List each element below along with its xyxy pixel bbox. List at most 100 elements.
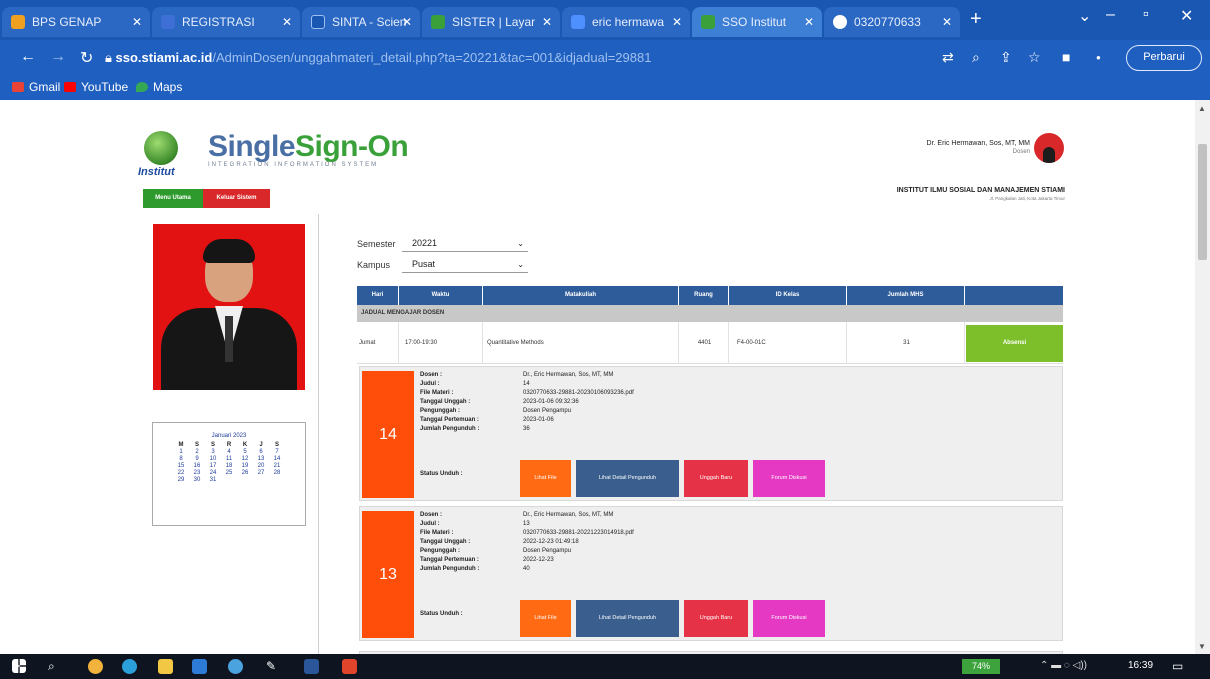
bookmark-gmail[interactable]: Gmail — [12, 80, 60, 94]
unggah-baru-button[interactable]: Unggah Baru — [684, 460, 748, 497]
system-tray-icon[interactable]: ⌃ ▬ ◌ ◁)) — [1040, 660, 1087, 671]
paint-icon[interactable]: ✎ — [266, 659, 281, 674]
pdf-icon[interactable] — [342, 659, 357, 674]
browser-toolbar: ← → ↻ 🔒︎ sso.stiami.ac.id/AdminDosen/ung… — [0, 40, 1210, 76]
close-icon[interactable]: ✕ — [542, 7, 552, 37]
address-bar[interactable]: 🔒︎ sso.stiami.ac.id/AdminDosen/unggahmat… — [105, 46, 925, 70]
cell-matakuliah: Quantitative Methods — [483, 322, 679, 364]
calendar-day[interactable]: 8 — [173, 456, 189, 463]
close-icon[interactable]: ✕ — [282, 7, 292, 37]
new-tab-button[interactable]: + — [970, 8, 982, 31]
lihat-file-button[interactable]: Lihat File — [520, 600, 571, 637]
sidepanel-icon[interactable]: ■ — [1062, 49, 1070, 65]
calendar-day[interactable]: 18 — [221, 463, 237, 470]
lihat-detail-button[interactable]: Lihat Detail Pengunduh — [576, 600, 679, 637]
bookmark-star-icon[interactable]: ☆ — [1028, 49, 1041, 66]
browser-tab[interactable]: 0320770633 ✕ — [824, 7, 960, 37]
browser-tab[interactable]: REGISTRASI ✕ — [152, 7, 300, 37]
calendar-day[interactable]: 13 — [253, 456, 269, 463]
store-icon[interactable] — [192, 659, 207, 674]
calendar-day[interactable]: 7 — [269, 449, 285, 456]
calendar-day[interactable]: 4 — [221, 449, 237, 456]
forum-button[interactable]: Forum Diskusi — [753, 460, 825, 497]
bookmark-youtube[interactable]: YouTube — [64, 80, 128, 94]
calendar-day[interactable]: 2 — [189, 449, 205, 456]
semester-select[interactable]: 20221 ⌄ — [402, 235, 528, 252]
browser-tab-active[interactable]: SSO Institut ✕ — [692, 7, 822, 37]
forum-button[interactable]: Forum Diskusi — [753, 600, 825, 637]
back-icon[interactable]: ← — [20, 48, 36, 66]
close-icon[interactable]: ✕ — [132, 7, 142, 37]
avatar[interactable] — [1034, 133, 1064, 163]
calendar-day[interactable]: 23 — [189, 470, 205, 477]
reload-icon[interactable]: ↻ — [80, 48, 93, 68]
calendar-day[interactable]: 22 — [173, 470, 189, 477]
profile-dot-icon[interactable]: ● — [1096, 53, 1101, 62]
unggah-baru-button[interactable]: Unggah Baru — [684, 600, 748, 637]
translate-icon[interactable]: ⇄ — [942, 49, 954, 66]
chrome-icon[interactable] — [88, 659, 103, 674]
value-jumlah-pengunduh: 36 — [523, 426, 530, 432]
calendar-day[interactable]: 16 — [189, 463, 205, 470]
calendar-day[interactable]: 12 — [237, 456, 253, 463]
lihat-detail-button[interactable]: Lihat Detail Pengunduh — [576, 460, 679, 497]
calendar-day[interactable]: 14 — [269, 456, 285, 463]
absensi-button[interactable]: Absensi — [966, 325, 1063, 362]
clock[interactable]: 16:39 — [1128, 660, 1153, 671]
calendar-day[interactable]: 31 — [205, 477, 221, 484]
calendar-day[interactable]: 20 — [253, 463, 269, 470]
scroll-down-icon[interactable]: ▼ — [1198, 642, 1206, 651]
bookmark-maps[interactable]: Maps — [136, 80, 182, 94]
file-explorer-icon[interactable] — [158, 659, 173, 674]
tab-search-icon[interactable]: ⌄ — [1078, 6, 1091, 26]
browser-tab[interactable]: eric hermawa ✕ — [562, 7, 690, 37]
search-icon[interactable]: ⌕ — [48, 659, 63, 674]
browser-tab[interactable]: SISTER | Layar ✕ — [422, 7, 560, 37]
browser-tab[interactable]: BPS GENAP ✕ — [2, 7, 150, 37]
scroll-up-icon[interactable]: ▲ — [1198, 104, 1206, 113]
close-icon[interactable]: ✕ — [942, 7, 952, 37]
calendar-day[interactable]: 19 — [237, 463, 253, 470]
battery-indicator[interactable]: 74% — [962, 659, 1000, 674]
table-row: Jumat 17:00-19:30 Quantitative Methods 4… — [357, 322, 1063, 364]
calendar-day[interactable]: 27 — [253, 470, 269, 477]
update-button[interactable]: Perbarui — [1126, 45, 1202, 71]
start-icon[interactable] — [12, 659, 26, 673]
calendar-day[interactable]: 28 — [269, 470, 285, 477]
calendar-day[interactable]: 30 — [189, 477, 205, 484]
calendar-day[interactable]: 17 — [205, 463, 221, 470]
calendar-day[interactable]: 25 — [221, 470, 237, 477]
logout-button[interactable]: Keluar Sistem — [203, 189, 270, 208]
page-scrollbar[interactable]: ▲ ▼ — [1195, 100, 1210, 654]
calendar-day[interactable]: 11 — [221, 456, 237, 463]
calendar-day[interactable]: 3 — [205, 449, 221, 456]
lihat-file-button[interactable]: Lihat File — [520, 460, 571, 497]
calendar-day[interactable]: 26 — [237, 470, 253, 477]
app-icon[interactable] — [228, 659, 243, 674]
forward-icon[interactable]: → — [50, 48, 66, 66]
edge-icon[interactable] — [122, 659, 137, 674]
calendar-day[interactable]: 15 — [173, 463, 189, 470]
notification-icon[interactable]: ▭ — [1172, 659, 1187, 674]
calendar-day[interactable]: 9 — [189, 456, 205, 463]
close-icon[interactable]: ✕ — [672, 7, 682, 37]
calendar-day[interactable]: 24 — [205, 470, 221, 477]
maximize-button[interactable]: ▫ — [1143, 6, 1149, 24]
calendar-day[interactable]: 21 — [269, 463, 285, 470]
close-icon[interactable]: ✕ — [402, 7, 412, 37]
calendar-day[interactable]: 5 — [237, 449, 253, 456]
browser-tab[interactable]: SINTA - Scien ✕ — [302, 7, 420, 37]
close-icon[interactable]: ✕ — [804, 7, 814, 37]
calendar-day[interactable]: 10 — [205, 456, 221, 463]
calendar-day[interactable]: 6 — [253, 449, 269, 456]
kampus-select[interactable]: Pusat ⌄ — [402, 256, 528, 273]
calendar-day[interactable]: 1 — [173, 449, 189, 456]
word-icon[interactable] — [304, 659, 319, 674]
calendar-day[interactable]: 29 — [173, 477, 189, 484]
menu-utama-button[interactable]: Menu Utama — [143, 189, 203, 208]
window-close-button[interactable]: ✕ — [1180, 6, 1193, 26]
share-icon[interactable]: ⇪ — [1000, 49, 1012, 66]
minimize-button[interactable]: – — [1106, 6, 1115, 24]
scroll-thumb[interactable] — [1198, 144, 1207, 260]
zoom-icon[interactable]: ⌕ — [972, 49, 980, 66]
